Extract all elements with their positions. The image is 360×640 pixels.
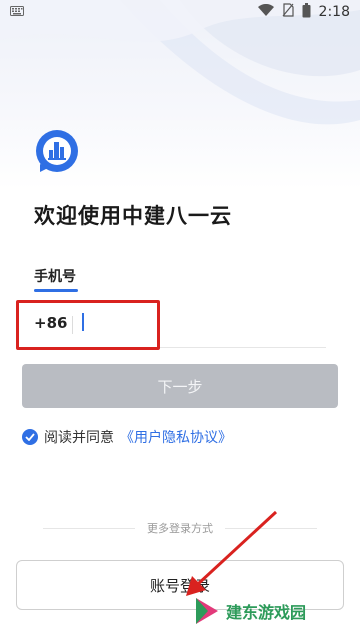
app-logo-icon: [34, 128, 80, 174]
welcome-title: 欢迎使用中建八一云: [34, 204, 232, 228]
watermark-text: 建东游戏园: [226, 603, 307, 622]
agreement-prefix: 阅读并同意: [44, 430, 114, 446]
status-bar: 2:18: [0, 0, 360, 24]
watermark-logo-icon: [196, 598, 218, 624]
no-sim-icon: [282, 3, 294, 21]
annotation-highlight-box: [16, 300, 160, 350]
tab-phone-indicator: [34, 289, 78, 292]
next-button[interactable]: 下一步: [22, 364, 338, 408]
watermark: 建东游戏园: [192, 596, 306, 626]
wifi-icon: [257, 3, 274, 20]
agreement-checkbox[interactable]: [22, 429, 38, 445]
battery-icon: [302, 2, 311, 22]
keyboard-icon: [10, 5, 24, 20]
tab-phone[interactable]: 手机号: [34, 266, 76, 286]
more-login-methods-label: 更多登录方式: [147, 522, 213, 535]
more-login-methods-divider: 更多登录方式: [0, 520, 360, 536]
status-time: 2:18: [318, 4, 350, 20]
divider-line-right: [225, 527, 317, 529]
divider-line-left: [43, 527, 135, 529]
privacy-agreement-link[interactable]: 《用户隐私协议》: [120, 427, 232, 447]
agreement-row: 阅读并同意 《用户隐私协议》: [22, 427, 232, 447]
